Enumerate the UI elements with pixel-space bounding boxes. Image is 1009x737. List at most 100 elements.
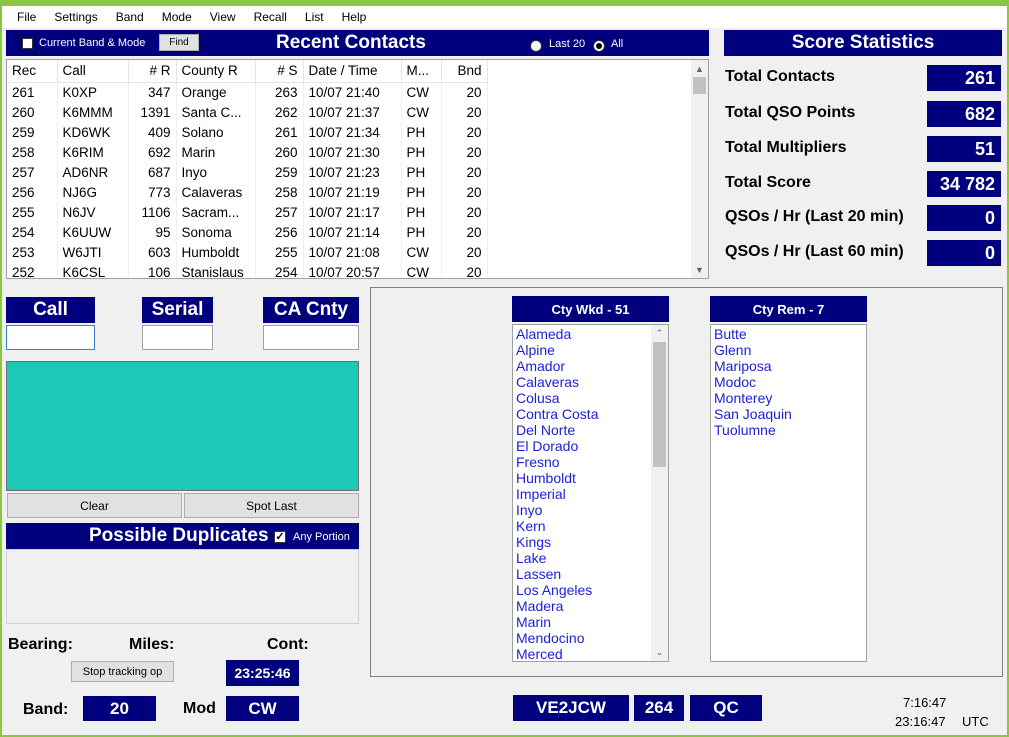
menu-help[interactable]: Help bbox=[333, 6, 376, 28]
any-portion-label: Any Portion bbox=[293, 531, 350, 543]
list-item[interactable]: Contra Costa bbox=[513, 406, 668, 422]
table-row[interactable]: 259 KD6WK 409 Solano 261 10/07 21:34 PH 20 bbox=[7, 122, 488, 142]
current-band-mode-checkbox[interactable] bbox=[22, 38, 33, 49]
list-item[interactable]: Kern bbox=[513, 518, 668, 534]
table-row[interactable]: 260 K6MMM 1391 Santa C... 262 10/07 21:37 CW 20 bbox=[7, 102, 488, 122]
list-item[interactable]: Inyo bbox=[513, 502, 668, 518]
stop-tracking-button[interactable]: Stop tracking op bbox=[71, 661, 174, 682]
cell-mode: PH bbox=[401, 202, 442, 222]
cell-county-r: Solano bbox=[176, 122, 256, 142]
list-item[interactable]: Del Norte bbox=[513, 422, 668, 438]
list-item[interactable]: Alpine bbox=[513, 342, 668, 358]
col-rec[interactable]: Rec bbox=[7, 60, 58, 83]
list-item[interactable]: Humboldt bbox=[513, 470, 668, 486]
list-item[interactable]: Imperial bbox=[513, 486, 668, 502]
table-row[interactable]: 254 K6UUW 95 Sonoma 256 10/07 21:14 PH 20 bbox=[7, 222, 488, 242]
last20-radio[interactable] bbox=[530, 37, 542, 52]
cell-rec: 259 bbox=[7, 122, 58, 142]
list-item[interactable]: Mendocino bbox=[513, 630, 668, 646]
list-item[interactable]: Fresno bbox=[513, 454, 668, 470]
counties-frame bbox=[370, 287, 1003, 677]
table-row[interactable]: 261 K0XP 347 Orange 263 10/07 21:40 CW 20 bbox=[7, 82, 488, 102]
call-input[interactable] bbox=[6, 325, 95, 350]
cell-call: AD6NR bbox=[57, 162, 129, 182]
list-item[interactable]: Glenn bbox=[711, 342, 866, 358]
menu-band[interactable]: Band bbox=[107, 6, 153, 28]
list-item[interactable]: Los Angeles bbox=[513, 582, 668, 598]
any-portion-checkbox[interactable]: ✓ bbox=[274, 531, 286, 543]
col-county-r[interactable]: County R bbox=[176, 60, 256, 83]
serial-label: Serial bbox=[142, 297, 213, 323]
local-time: 7:16:47 bbox=[903, 695, 947, 710]
menu-settings[interactable]: Settings bbox=[45, 6, 106, 28]
current-band-mode-label: Current Band & Mode bbox=[39, 37, 146, 49]
cell-band: 20 bbox=[441, 122, 488, 142]
cell-mode: CW bbox=[401, 82, 442, 102]
table-row[interactable]: 256 NJ6G 773 Calaveras 258 10/07 21:19 PH 20 bbox=[7, 182, 488, 202]
bearing-label: Bearing: bbox=[8, 636, 73, 653]
menu-mode[interactable]: Mode bbox=[153, 6, 201, 28]
counties-worked-list: Alameda Alpine Amador Calaveras Colusa Contra… bbox=[512, 324, 669, 662]
menu-list[interactable]: List bbox=[296, 6, 333, 28]
scroll-thumb[interactable] bbox=[693, 77, 706, 94]
scroll-up-icon[interactable]: ▲ bbox=[691, 60, 708, 77]
list-item[interactable]: Butte bbox=[711, 326, 866, 342]
table-row[interactable]: 252 K6CSL 106 Stanislaus 254 10/07 20:57 CW 20 bbox=[7, 262, 488, 278]
worked-scroll-thumb[interactable] bbox=[653, 342, 666, 467]
menu-recall[interactable]: Recall bbox=[245, 6, 296, 28]
table-header-row: Rec Call # R County R # S Date / Time M.… bbox=[7, 60, 488, 83]
cell-call: K6MMM bbox=[57, 102, 129, 122]
col-call[interactable]: Call bbox=[57, 60, 129, 83]
counties-remaining-header: Cty Rem - 7 bbox=[710, 296, 867, 322]
menu-bar: File Settings Band Mode View Recall List… bbox=[2, 6, 1007, 28]
col-band[interactable]: Bnd bbox=[441, 60, 488, 83]
worked-scrollbar[interactable]: ⌃ ⌄ bbox=[651, 325, 668, 661]
list-item[interactable]: Alameda bbox=[513, 326, 668, 342]
spot-last-button[interactable]: Spot Last bbox=[184, 493, 359, 518]
list-item[interactable]: Merced bbox=[513, 646, 668, 661]
table-row[interactable]: 257 AD6NR 687 Inyo 259 10/07 21:23 PH 20 bbox=[7, 162, 488, 182]
col-num-r[interactable]: # R bbox=[128, 60, 177, 83]
serial-input[interactable] bbox=[142, 325, 213, 350]
cell-county-r: Inyo bbox=[176, 162, 256, 182]
ca-cnty-input[interactable] bbox=[263, 325, 359, 350]
table-row[interactable]: 255 N6JV 1106 Sacram... 257 10/07 21:17 PH 20 bbox=[7, 202, 488, 222]
list-item[interactable]: Mariposa bbox=[711, 358, 866, 374]
menu-view[interactable]: View bbox=[201, 6, 245, 28]
list-item[interactable]: Marin bbox=[513, 614, 668, 630]
all-label: All bbox=[611, 38, 624, 50]
list-item[interactable]: San Joaquin bbox=[711, 406, 866, 422]
list-item[interactable]: El Dorado bbox=[513, 438, 668, 454]
recent-contacts-title: Recent Contacts bbox=[276, 32, 426, 53]
list-item[interactable]: Lassen bbox=[513, 566, 668, 582]
next-serial-display: 264 bbox=[634, 695, 684, 721]
cell-num-s: 256 bbox=[255, 222, 304, 242]
table-row[interactable]: 253 W6JTI 603 Humboldt 255 10/07 21:08 CW 20 bbox=[7, 242, 488, 262]
list-item[interactable]: Calaveras bbox=[513, 374, 668, 390]
list-item[interactable]: Lake bbox=[513, 550, 668, 566]
all-radio[interactable] bbox=[593, 37, 605, 52]
table-row[interactable]: 258 K6RIM 692 Marin 260 10/07 21:30 PH 20 bbox=[7, 142, 488, 162]
worked-scroll-down-icon[interactable]: ⌄ bbox=[651, 644, 668, 661]
col-mode[interactable]: M... bbox=[401, 60, 442, 83]
contacts-scrollbar[interactable]: ▲ ▼ bbox=[691, 60, 708, 278]
cell-mode: PH bbox=[401, 142, 442, 162]
list-item[interactable]: Kings bbox=[513, 534, 668, 550]
menu-file[interactable]: File bbox=[8, 6, 45, 28]
list-item[interactable]: Tuolumne bbox=[711, 422, 866, 438]
list-item[interactable]: Amador bbox=[513, 358, 668, 374]
list-item[interactable]: Modoc bbox=[711, 374, 866, 390]
find-button[interactable]: Find bbox=[159, 34, 199, 51]
clear-button[interactable]: Clear bbox=[7, 493, 182, 518]
col-num-s[interactable]: # S bbox=[255, 60, 304, 83]
cell-num-s: 257 bbox=[255, 202, 304, 222]
list-item[interactable]: Colusa bbox=[513, 390, 668, 406]
worked-scroll-up-icon[interactable]: ⌃ bbox=[651, 325, 668, 342]
scroll-down-icon[interactable]: ▼ bbox=[691, 261, 708, 278]
list-item[interactable]: Madera bbox=[513, 598, 668, 614]
col-date-time[interactable]: Date / Time bbox=[303, 60, 402, 83]
list-item[interactable]: Monterey bbox=[711, 390, 866, 406]
recent-contacts-grid: Rec Call # R County R # S Date / Time M.… bbox=[6, 59, 709, 279]
cell-num-r: 1106 bbox=[128, 202, 177, 222]
stat-value: 682 bbox=[927, 101, 1001, 127]
